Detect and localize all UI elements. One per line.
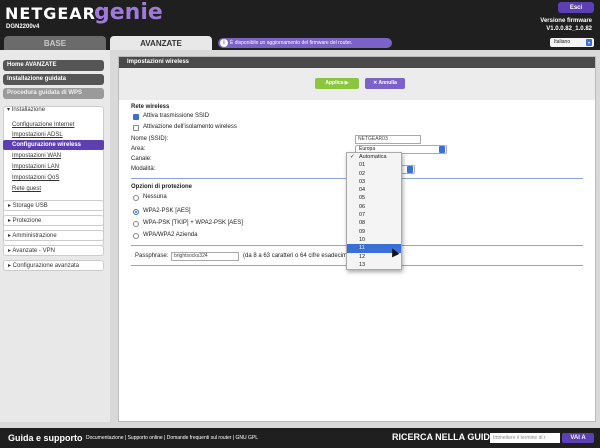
channel-option[interactable]: 10	[347, 236, 401, 244]
check-icon: ✓	[350, 154, 355, 160]
passphrase-input[interactable]: brightsocks324	[171, 252, 239, 261]
passphrase-label: Passphrase:	[135, 253, 169, 259]
sidebar-item-setup-wizard[interactable]: Installazione guidata	[3, 74, 104, 85]
firmware-version: V1.0.0.82_1.0.82	[546, 26, 592, 32]
sidebar-item-usb[interactable]: ▸ Storage USB	[3, 200, 104, 211]
info-icon: i	[220, 39, 228, 47]
sidebar-item-administration[interactable]: ▸ Amministrazione	[3, 230, 104, 241]
page-title: Impostazioni wireless	[119, 57, 595, 68]
sidebar-item-installation[interactable]: ▾ Installazione	[3, 105, 104, 116]
model-name: DGN2200v4	[6, 24, 40, 30]
channel-option[interactable]: 08	[347, 219, 401, 227]
firmware-label: Versione firmware	[540, 18, 592, 24]
channel-option[interactable]: 01	[347, 161, 401, 169]
ssid-input[interactable]: NETGEAR03	[355, 135, 421, 144]
channel-option[interactable]: 13	[347, 261, 401, 269]
isolation-checkbox[interactable]	[133, 125, 139, 131]
help-search-input[interactable]: Immettere il termine di r	[490, 433, 560, 443]
security-wpa2-radio[interactable]	[133, 209, 139, 215]
security-none-radio[interactable]	[133, 195, 139, 201]
tab-base[interactable]: BASE	[4, 36, 106, 50]
security-heading: Opzioni di protezione	[131, 184, 192, 190]
help-search-button[interactable]: VAI A	[562, 433, 594, 443]
sidebar-item-guest[interactable]: Rete guest	[3, 184, 104, 194]
chevron-down-icon	[407, 166, 413, 173]
sidebar-item-wps-wizard[interactable]: Procedura guidata di WPS	[3, 88, 104, 99]
sidebar-item-wireless[interactable]: Configurazione wireless	[3, 140, 104, 150]
ssid-broadcast-checkbox[interactable]	[133, 114, 139, 120]
sidebar-item-security[interactable]: ▸ Protezione	[3, 215, 104, 226]
brand-logo: NETGEAR	[5, 4, 96, 23]
channel-option[interactable]: 09	[347, 228, 401, 236]
help-search-title: RICERCA NELLA GUIDA	[392, 432, 497, 442]
sidebar-item-qos[interactable]: Impostazioni QoS	[3, 173, 104, 183]
ssid-broadcast-label: Attiva trasmissione SSID	[143, 113, 210, 119]
sidebar-item-internet[interactable]: Configurazione Internet	[3, 120, 104, 130]
channel-option[interactable]: 06	[347, 203, 401, 211]
sidebar-item-lan[interactable]: Impostazioni LAN	[3, 162, 104, 172]
update-text: È disponibile un aggiornamento del firmw…	[230, 40, 353, 46]
language-value: Italiano	[554, 39, 571, 45]
cancel-button[interactable]: ✕ Annulla	[365, 78, 405, 89]
apply-button[interactable]: Applica ▶	[315, 78, 359, 89]
chevron-down-icon: ▾	[586, 39, 592, 46]
header-bar: NETGEAR genie DGN2200v4 Esci Versione fi…	[0, 0, 600, 50]
area-label: Area:	[131, 146, 146, 152]
exit-button[interactable]: Esci	[558, 2, 594, 13]
channel-option[interactable]: ✓ Automatica	[347, 153, 401, 161]
security-wpa2-label: WPA2-PSK [AES]	[143, 208, 191, 214]
ssid-label: Nome (SSID):	[131, 136, 169, 142]
language-select[interactable]: Italiano ▾	[550, 38, 594, 47]
channel-option[interactable]: 03	[347, 178, 401, 186]
tab-advanced[interactable]: AVANZATE	[110, 36, 212, 50]
passphrase-hint: (da 8 a 63 caratteri o 64 cifre esadecim…	[243, 253, 356, 259]
security-enterprise-radio[interactable]	[133, 233, 139, 239]
security-none-label: Nessuna	[143, 194, 167, 200]
security-mixed-radio[interactable]	[133, 221, 139, 227]
sidebar: Home AVANZATE Installazione guidata Proc…	[0, 50, 110, 422]
footer-links[interactable]: Documentazione | Supporto online | Doman…	[86, 435, 258, 441]
channel-option[interactable]: 05	[347, 194, 401, 202]
security-enterprise-label: WPA/WPA2 Azienda	[143, 232, 198, 238]
product-logo: genie	[94, 0, 163, 25]
isolation-label: Attivazione dell'isolamento wireless	[143, 124, 237, 130]
channel-option[interactable]: 07	[347, 211, 401, 219]
firmware-update-notice[interactable]: i È disponibile un aggiornamento del fir…	[218, 38, 392, 48]
channel-label: Canale:	[131, 156, 152, 162]
chevron-down-icon	[439, 146, 445, 153]
footer-bar: Guida e supporto Documentazione | Suppor…	[0, 428, 600, 448]
sidebar-item-home[interactable]: Home AVANZATE	[3, 60, 104, 71]
footer-title: Guida e supporto	[8, 433, 83, 443]
sidebar-item-wan[interactable]: Impostazioni WAN	[3, 151, 104, 161]
sidebar-item-vpn[interactable]: ▸ Avanzate - VPN	[3, 245, 104, 256]
network-heading: Rete wireless	[131, 104, 170, 110]
channel-option[interactable]: 04	[347, 186, 401, 194]
sidebar-item-advanced-config[interactable]: ▸ Configurazione avanzata	[3, 260, 104, 271]
sidebar-item-adsl[interactable]: Impostazioni ADSL	[3, 130, 104, 140]
channel-option[interactable]: 02	[347, 170, 401, 178]
security-mixed-label: WPA-PSK [TKIP] + WPA2-PSK [AES]	[143, 220, 243, 226]
action-toolbar: Applica ▶ ✕ Annulla	[119, 68, 595, 100]
mode-label: Modalità:	[131, 166, 156, 172]
